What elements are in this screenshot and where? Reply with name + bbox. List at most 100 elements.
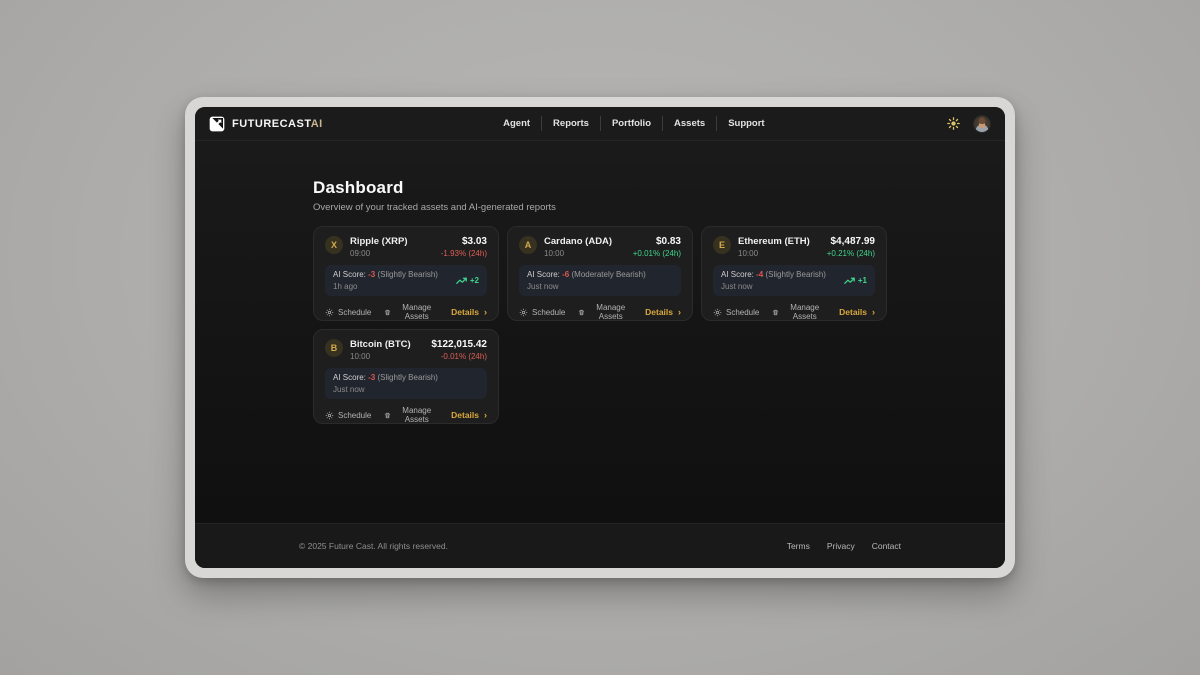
ai-score-info: AI Score: -3 (Slightly Bearish) Just now: [333, 373, 438, 394]
asset-coin-icon: E: [713, 236, 731, 254]
asset-card: E Ethereum (ETH) 10:00 $4,487.99 +0.21% …: [701, 226, 887, 321]
trash-icon: [578, 308, 585, 317]
chevron-right-icon: ›: [484, 411, 487, 420]
theme-toggle-button[interactable]: [945, 116, 961, 132]
ai-score-sentiment: (Moderately Bearish): [572, 270, 646, 279]
user-avatar[interactable]: [973, 115, 991, 133]
ai-score-sentiment: (Slightly Bearish): [378, 373, 438, 382]
details-button[interactable]: Details ›: [451, 307, 487, 317]
ai-score-updated: 1h ago: [333, 282, 438, 291]
nav-item-agent[interactable]: Agent: [492, 116, 541, 131]
card-actions: Schedule Manage Assets Details ›: [325, 303, 487, 321]
ai-score-info: AI Score: -6 (Moderately Bearish) Just n…: [527, 270, 646, 291]
gear-icon: [325, 308, 334, 317]
details-button[interactable]: Details ›: [645, 307, 681, 317]
main-content: Dashboard Overview of your tracked asset…: [195, 141, 1005, 523]
trending-up-icon: [456, 277, 467, 285]
ai-score-label: AI Score:: [527, 270, 560, 279]
asset-prices: $0.83 +0.01% (24h): [633, 236, 681, 258]
main-nav: Agent Reports Portfolio Assets Support: [323, 116, 945, 131]
trash-icon: [772, 308, 779, 317]
asset-card-header: E Ethereum (ETH) 10:00 $4,487.99 +0.21% …: [713, 236, 875, 258]
ai-score-sentiment: (Slightly Bearish): [766, 270, 826, 279]
footer-link-terms[interactable]: Terms: [787, 541, 810, 551]
ai-score-updated: Just now: [333, 385, 438, 394]
asset-change: +0.01% (24h): [633, 249, 681, 258]
card-actions: Schedule Manage Assets Details ›: [713, 303, 875, 321]
card-actions: Schedule Manage Assets Details ›: [325, 406, 487, 424]
asset-coin-icon: X: [325, 236, 343, 254]
brand-logo-icon: [209, 116, 225, 132]
ai-score-value: -6: [562, 270, 569, 279]
asset-card: A Cardano (ADA) 10:00 $0.83 +0.01% (24h)…: [507, 226, 693, 321]
schedule-button[interactable]: Schedule: [713, 308, 759, 317]
asset-prices: $122,015.42 -0.01% (24h): [431, 339, 487, 361]
trend-value: +1: [858, 276, 867, 285]
cards-grid: X Ripple (XRP) 09:00 $3.03 -1.93% (24h) …: [313, 226, 887, 424]
device-frame: FUTURECASTAI Agent Reports Portfolio Ass…: [185, 97, 1015, 578]
asset-name: Ripple (XRP): [350, 236, 408, 247]
ai-score-label: AI Score:: [333, 270, 366, 279]
schedule-button[interactable]: Schedule: [325, 411, 371, 420]
schedule-button[interactable]: Schedule: [519, 308, 565, 317]
footer-links: Terms Privacy Contact: [787, 541, 901, 551]
asset-time: 10:00: [544, 249, 612, 258]
sun-icon: [947, 117, 960, 130]
gear-icon: [713, 308, 722, 317]
trending-up-icon: [844, 277, 855, 285]
manage-assets-button[interactable]: Manage Assets: [772, 303, 826, 321]
nav-item-assets[interactable]: Assets: [662, 116, 716, 131]
asset-time: 10:00: [738, 249, 810, 258]
manage-assets-button[interactable]: Manage Assets: [384, 303, 438, 321]
app-window: FUTURECASTAI Agent Reports Portfolio Ass…: [195, 107, 1005, 568]
manage-assets-button[interactable]: Manage Assets: [384, 406, 438, 424]
asset-card-header: B Bitcoin (BTC) 10:00 $122,015.42 -0.01%…: [325, 339, 487, 361]
ai-score-label: AI Score:: [721, 270, 754, 279]
asset-price: $0.83: [633, 236, 681, 247]
asset-coin-icon: A: [519, 236, 537, 254]
chevron-right-icon: ›: [484, 308, 487, 317]
ai-score-box: AI Score: -6 (Moderately Bearish) Just n…: [519, 265, 681, 296]
asset-change: -0.01% (24h): [431, 352, 487, 361]
asset-name: Bitcoin (BTC): [350, 339, 411, 350]
ai-score-info: AI Score: -4 (Slightly Bearish) Just now: [721, 270, 826, 291]
chevron-right-icon: ›: [678, 308, 681, 317]
asset-titles: Cardano (ADA) 10:00: [544, 236, 612, 258]
manage-assets-button[interactable]: Manage Assets: [578, 303, 632, 321]
footer-link-contact[interactable]: Contact: [872, 541, 901, 551]
chevron-right-icon: ›: [872, 308, 875, 317]
footer-link-privacy[interactable]: Privacy: [827, 541, 855, 551]
page-subtitle: Overview of your tracked assets and AI-g…: [313, 202, 887, 213]
details-button[interactable]: Details ›: [839, 307, 875, 317]
details-button[interactable]: Details ›: [451, 410, 487, 420]
ai-score-value: -4: [756, 270, 763, 279]
asset-titles: Ethereum (ETH) 10:00: [738, 236, 810, 258]
ai-score-value: -3: [368, 270, 375, 279]
asset-card-header: A Cardano (ADA) 10:00 $0.83 +0.01% (24h): [519, 236, 681, 258]
asset-time: 09:00: [350, 249, 408, 258]
nav-item-portfolio[interactable]: Portfolio: [600, 116, 662, 131]
ai-score-box: AI Score: -3 (Slightly Bearish) 1h ago +…: [325, 265, 487, 296]
nav-item-reports[interactable]: Reports: [541, 116, 600, 131]
copyright-text: © 2025 Future Cast. All rights reserved.: [299, 541, 448, 551]
asset-card: X Ripple (XRP) 09:00 $3.03 -1.93% (24h) …: [313, 226, 499, 321]
asset-price: $3.03: [441, 236, 487, 247]
card-actions: Schedule Manage Assets Details ›: [519, 303, 681, 321]
trend-badge: +2: [456, 276, 479, 285]
asset-price: $122,015.42: [431, 339, 487, 350]
schedule-button[interactable]: Schedule: [325, 308, 371, 317]
ai-score-box: AI Score: -4 (Slightly Bearish) Just now…: [713, 265, 875, 296]
nav-item-support[interactable]: Support: [716, 116, 775, 131]
asset-price: $4,487.99: [827, 236, 875, 247]
app-footer: © 2025 Future Cast. All rights reserved.…: [195, 523, 1005, 568]
asset-titles: Bitcoin (BTC) 10:00: [350, 339, 411, 361]
ai-score-box: AI Score: -3 (Slightly Bearish) Just now: [325, 368, 487, 399]
trend-badge: +1: [844, 276, 867, 285]
trend-value: +2: [470, 276, 479, 285]
page-title: Dashboard: [313, 178, 887, 198]
asset-name: Ethereum (ETH): [738, 236, 810, 247]
app-header: FUTURECASTAI Agent Reports Portfolio Ass…: [195, 107, 1005, 141]
asset-prices: $4,487.99 +0.21% (24h): [827, 236, 875, 258]
header-right: [945, 115, 991, 133]
brand[interactable]: FUTURECASTAI: [209, 116, 323, 132]
